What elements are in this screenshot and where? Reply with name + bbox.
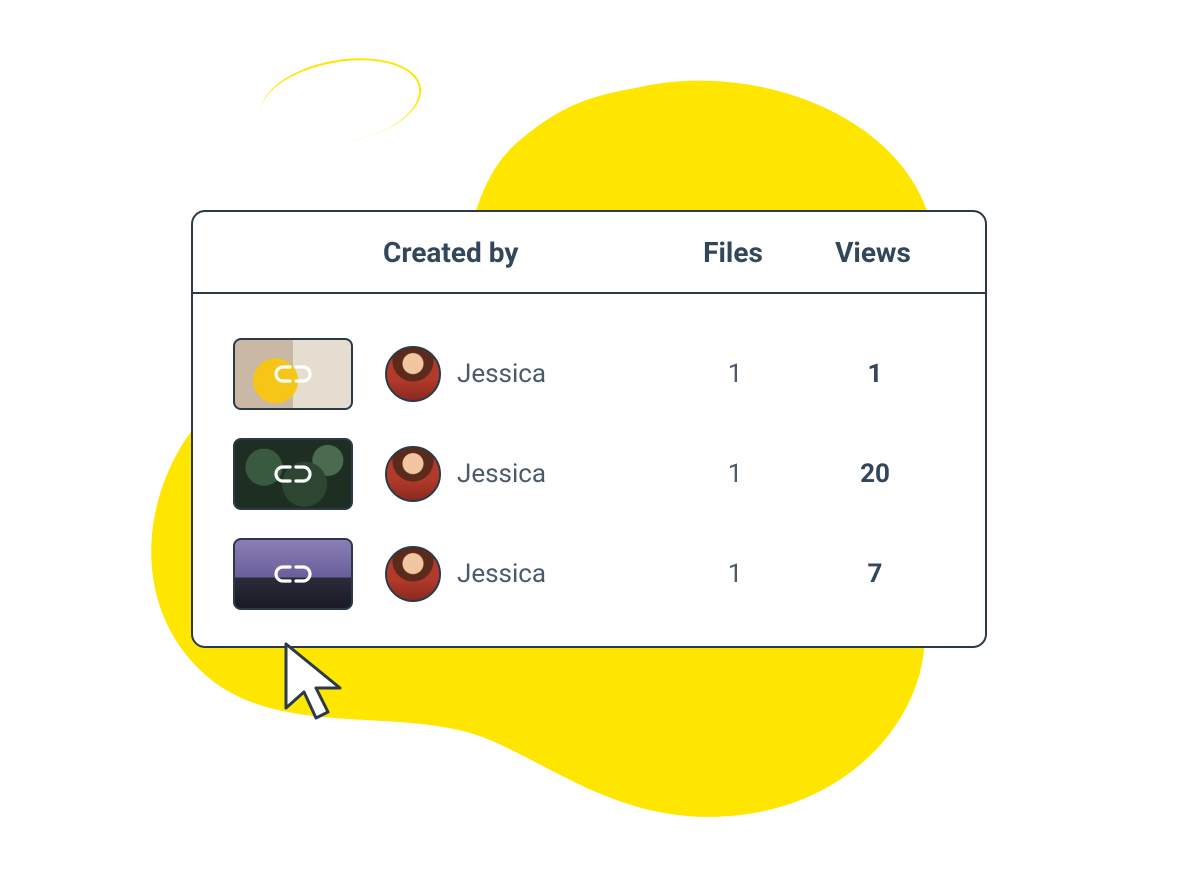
file-thumbnail[interactable] [233, 438, 353, 510]
created-by-cell: Jessica [385, 346, 665, 402]
avatar[interactable] [385, 546, 441, 602]
file-thumbnail[interactable] [233, 338, 353, 410]
views-count: 7 [805, 559, 945, 589]
table-body: Jessica 1 1 Jessica 1 [193, 294, 985, 624]
creator-name: Jessica [457, 359, 546, 389]
creator-name: Jessica [457, 459, 546, 489]
files-count: 1 [665, 359, 805, 389]
header-files: Files [663, 236, 803, 269]
header-views: Views [803, 236, 943, 269]
views-count: 20 [805, 459, 945, 489]
file-thumbnail[interactable] [233, 538, 353, 610]
created-by-cell: Jessica [385, 446, 665, 502]
table-header: Created by Files Views [193, 212, 985, 294]
link-icon [269, 361, 317, 387]
files-count: 1 [665, 459, 805, 489]
files-count: 1 [665, 559, 805, 589]
views-count: 1 [805, 359, 945, 389]
table-row[interactable]: Jessica 1 7 [233, 524, 945, 624]
created-by-cell: Jessica [385, 546, 665, 602]
link-icon [269, 561, 317, 587]
creator-name: Jessica [457, 559, 546, 589]
avatar[interactable] [385, 446, 441, 502]
stage: Created by Files Views Jessica 1 [0, 0, 1200, 896]
cursor-icon [280, 640, 350, 730]
avatar[interactable] [385, 346, 441, 402]
table-row[interactable]: Jessica 1 1 [233, 324, 945, 424]
links-panel: Created by Files Views Jessica 1 [191, 210, 987, 648]
link-icon [269, 461, 317, 487]
table-row[interactable]: Jessica 1 20 [233, 424, 945, 524]
header-created-by: Created by [383, 236, 663, 269]
